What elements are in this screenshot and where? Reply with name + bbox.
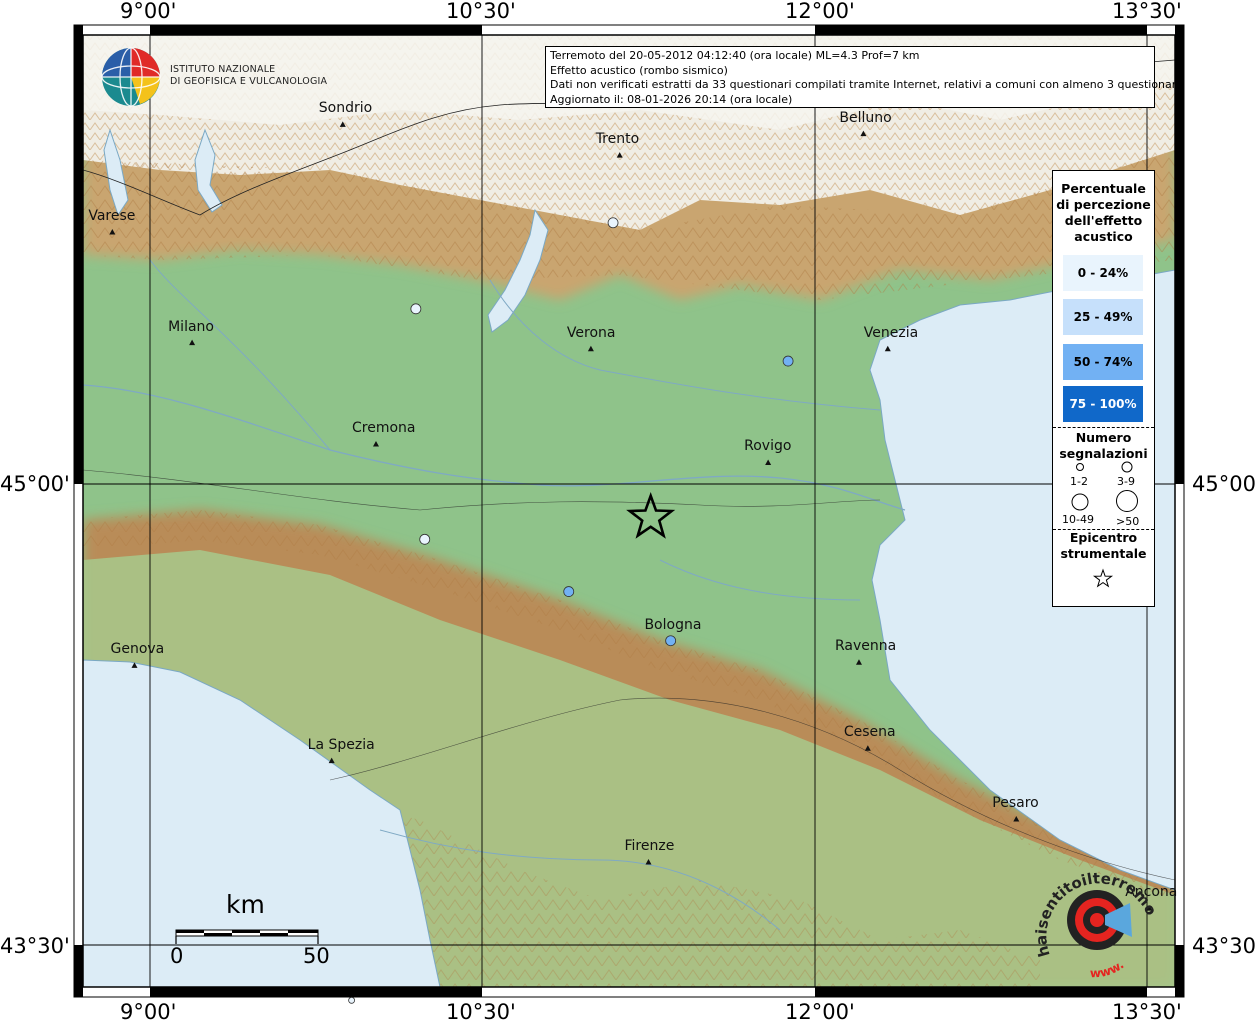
legend-size-10-49: 10-49	[1062, 513, 1094, 526]
scale-end: 50	[303, 944, 330, 968]
legend-class-75-100: 75 - 100%	[1063, 386, 1143, 422]
legend-size-circles	[1071, 461, 1138, 512]
legend-title-2: di percezione	[1056, 197, 1151, 212]
city-label: Belluno	[839, 109, 892, 126]
legend-size-3-9: 3-9	[1117, 475, 1135, 488]
report-circle	[419, 533, 431, 545]
city-label: Genova	[110, 641, 165, 658]
city-label: Firenze	[624, 838, 675, 855]
legend-class-0-24: 0 - 24%	[1063, 255, 1143, 291]
legend-star-icon	[1092, 568, 1114, 588]
event-effect: Effetto acustico (rombo sismico)	[550, 63, 728, 77]
size-circle-over-50	[1116, 490, 1138, 512]
report-circle	[665, 635, 677, 647]
legend-title-4: acustico	[1074, 229, 1133, 244]
ingv-name-line1: ISTITUTO NAZIONALE	[170, 64, 276, 75]
city-label: Ravenna	[834, 638, 897, 655]
tick-right-1: 45°00'	[1192, 472, 1256, 496]
ingv-globe-icon	[101, 47, 161, 107]
legend-title-3: dell'effetto	[1064, 213, 1143, 228]
city-label: Trento	[595, 131, 640, 148]
tick-top-1: 9°00'	[120, 0, 177, 23]
legend-title-1: Percentuale	[1061, 181, 1146, 196]
report-circle	[607, 217, 619, 229]
tick-bottom-3: 12°00'	[785, 1000, 855, 1024]
tick-left-1: 45°00'	[0, 472, 70, 496]
city-label: Bologna	[644, 616, 702, 633]
tick-bottom-2: 10°30'	[446, 1000, 516, 1024]
city-label: Verona	[566, 324, 616, 341]
event-title: Terremoto del 20-05-2012 04:12:40 (ora l…	[550, 49, 920, 62]
legend-epi-title-1: Epicentro	[1069, 530, 1138, 545]
report-circle	[563, 586, 575, 597]
report-circle	[348, 996, 356, 1004]
hsit-logo: haisentitoilterremoto.it www.	[1030, 855, 1160, 981]
event-updated: Aggiornato il: 08-01-2026 20:14 (ora loc…	[550, 92, 793, 106]
event-info-box: Terremoto del 20-05-2012 04:12:40 (ora l…	[545, 46, 1183, 108]
event-note: Dati non verificati estratti da 33 quest…	[550, 78, 1183, 91]
tick-top-2: 10°30'	[446, 0, 516, 23]
city-label: Venezia	[863, 324, 919, 341]
legend-class-25-49: 25 - 49%	[1063, 299, 1143, 335]
city-label: Varese	[88, 207, 136, 224]
tick-top-3: 12°00'	[785, 0, 855, 23]
hsit-www: www.	[1090, 958, 1127, 981]
scale-start: 0	[170, 944, 184, 968]
tick-bottom-4: 13°30'	[1112, 1000, 1182, 1024]
legend-size-over-50: >50	[1116, 515, 1140, 528]
city-label: Milano	[168, 318, 214, 335]
city-label: La Spezia	[307, 736, 375, 753]
city-label: Pesaro	[992, 794, 1039, 811]
size-circle-1-2	[1076, 463, 1084, 471]
scale-unit: km	[226, 890, 265, 919]
tick-left-2: 43°30'	[0, 934, 70, 958]
legend-panel: Percentuale di percezione dell'effetto a…	[1052, 170, 1155, 607]
legend-count-title-1: Numero	[1075, 430, 1132, 445]
city-label: Cremona	[351, 420, 416, 437]
legend-epi-title-2: strumentale	[1060, 546, 1147, 561]
tick-right-2: 43°30'	[1192, 934, 1256, 958]
legend-divider	[1053, 427, 1154, 428]
report-circle	[782, 355, 794, 367]
size-circle-3-9	[1121, 461, 1133, 473]
legend-class-50-74: 50 - 74%	[1063, 344, 1143, 380]
report-circle	[410, 303, 422, 315]
size-circle-10-49	[1071, 493, 1089, 511]
ingv-logo: ISTITUTO NAZIONALE DI GEOFISICA E VULCAN…	[100, 46, 330, 108]
city-label: Cesena	[843, 724, 896, 741]
legend-size-1-2: 1-2	[1070, 475, 1088, 488]
tick-top-4: 13°30'	[1112, 0, 1182, 23]
city-label: Rovigo	[744, 438, 792, 455]
tick-bottom-1: 9°00'	[120, 1000, 177, 1024]
ingv-name-line2: DI GEOFISICA E VULCANOLOGIA	[170, 76, 328, 87]
